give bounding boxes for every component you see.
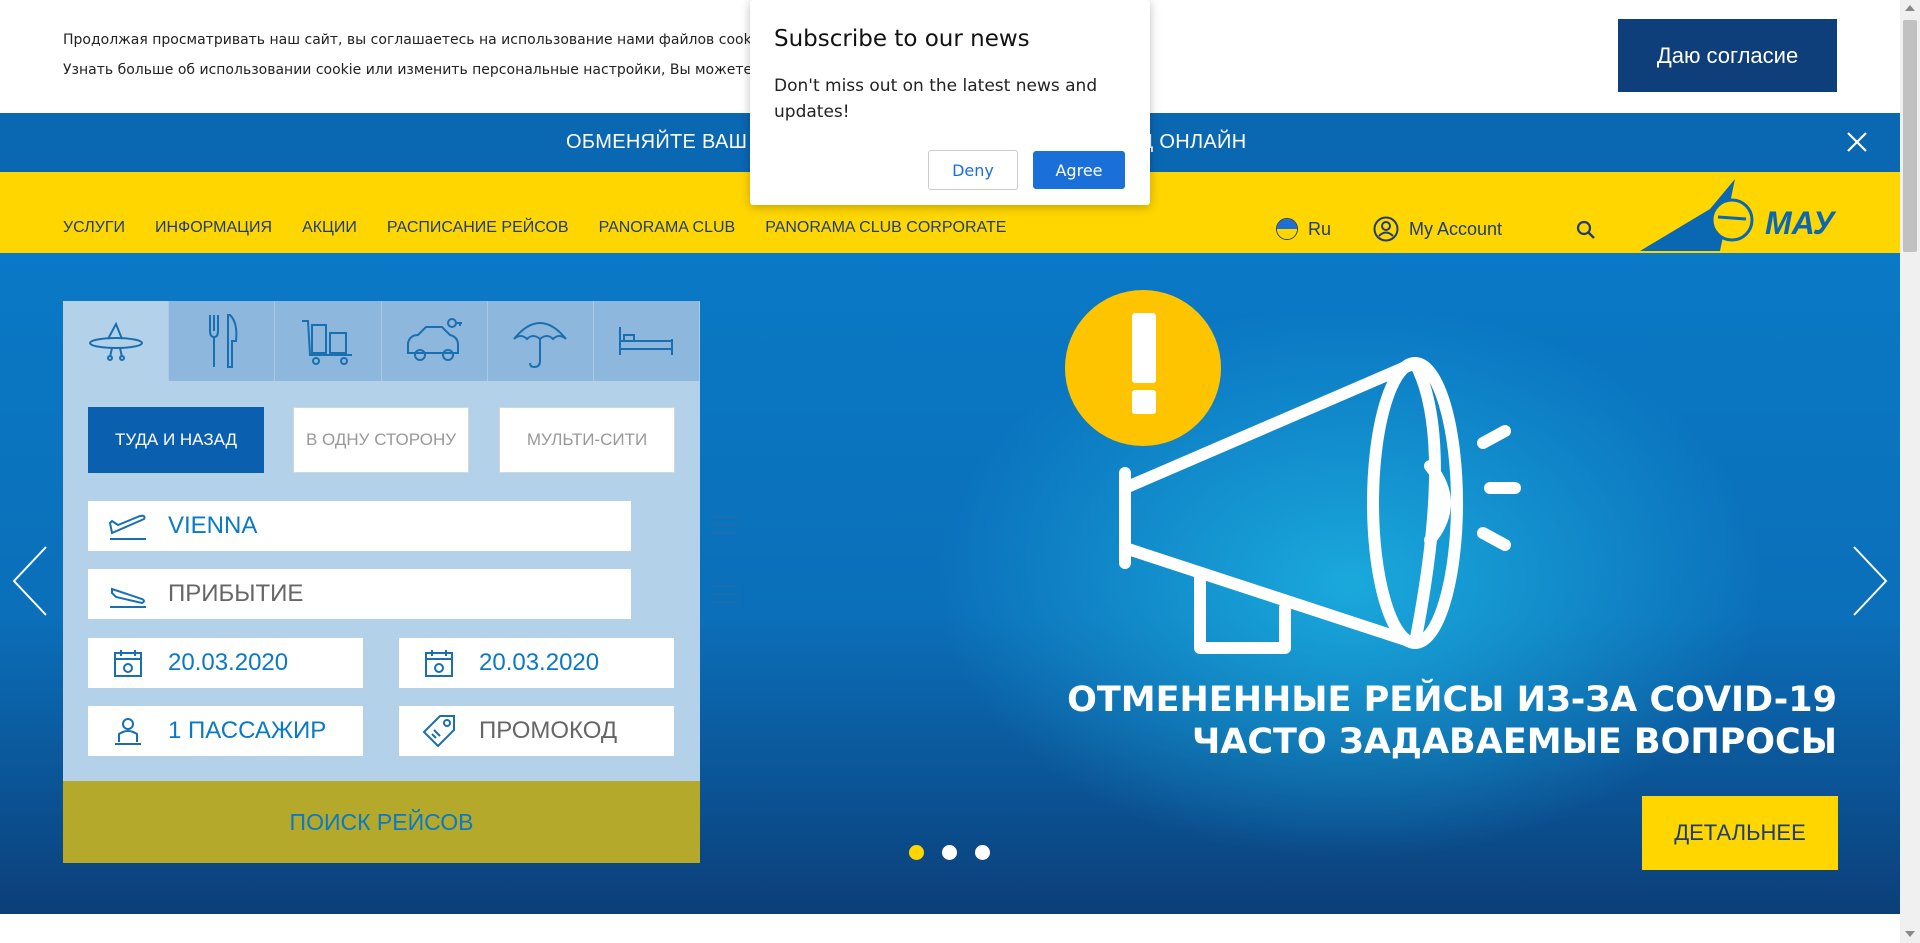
bed-icon — [619, 327, 674, 355]
tab-baggage[interactable] — [275, 301, 382, 381]
calendar-icon — [425, 650, 453, 677]
nav-item-information[interactable]: ИНФОРМАЦИЯ — [155, 219, 272, 237]
tab-hotels[interactable] — [593, 301, 701, 381]
nav-menu: УСЛУГИ ИНФОРМАЦИЯ АКЦИИ РАСПИСАНИЕ РЕЙСО… — [63, 219, 1036, 237]
scroll-down-icon[interactable] — [1905, 930, 1915, 938]
plane-icon — [88, 321, 143, 361]
date-back-field[interactable]: 20.03.2020 — [399, 638, 674, 688]
cutlery-icon — [208, 314, 238, 368]
nav-item-panorama-club[interactable]: PANORAMA CLUB — [599, 219, 736, 237]
passenger-icon — [115, 718, 141, 745]
passengers-value: 1 ПАССАЖИР — [168, 717, 327, 744]
popup-title: Subscribe to our news — [774, 26, 1030, 52]
departure-value: VIENNA — [168, 512, 258, 539]
booking-tabs — [63, 301, 701, 381]
search-icon[interactable] — [1576, 220, 1596, 240]
trip-oneway-button[interactable]: В ОДНУ СТОРОНУ — [293, 407, 469, 473]
svg-text:МАУ: МАУ — [1765, 205, 1837, 241]
scroll-up-icon[interactable] — [1905, 4, 1915, 12]
carousel-next-arrow-icon[interactable] — [1852, 545, 1888, 617]
ukraine-flag-icon — [1276, 218, 1298, 240]
date-out-field[interactable]: 20.03.2020 — [88, 638, 363, 688]
tag-icon — [422, 715, 455, 748]
carousel-dot-2[interactable] — [942, 845, 957, 860]
cookie-accept-button[interactable]: Даю согласие — [1618, 19, 1837, 92]
user-icon — [1373, 216, 1399, 242]
carousel-prev-arrow-icon[interactable] — [12, 545, 48, 617]
nav-item-panorama-corporate[interactable]: PANORAMA CLUB CORPORATE — [765, 219, 1006, 237]
promo-code-field[interactable]: ПРОМОКОД — [399, 706, 674, 756]
details-button[interactable]: ДЕТАЛЬНЕЕ — [1642, 796, 1838, 870]
calendar-icon — [114, 650, 142, 677]
language-selector[interactable]: Ru — [1276, 218, 1331, 240]
booking-panel: ТУДА И НАЗАД В ОДНУ СТОРОНУ МУЛЬТИ-СИТИ … — [63, 301, 738, 863]
page-bottom — [0, 914, 1900, 943]
account-label: My Account — [1409, 218, 1503, 239]
date-out-value: 20.03.2020 — [168, 649, 289, 676]
agree-button[interactable]: Agree — [1033, 151, 1125, 189]
promo-code-placeholder: ПРОМОКОД — [479, 717, 618, 744]
cookie-text-line2: Узнать больше об использовании cookie ил… — [63, 62, 753, 78]
tab-insurance[interactable] — [487, 301, 594, 381]
search-flights-button[interactable]: ПОИСК РЕЙСОВ — [63, 781, 700, 863]
nav-item-schedule[interactable]: РАСПИСАНИЕ РЕЙСОВ — [387, 219, 569, 237]
departure-list-icon[interactable] — [712, 515, 738, 535]
popup-body: Don't miss out on the latest news and up… — [774, 76, 1098, 122]
tab-flights[interactable] — [63, 301, 170, 381]
arrival-list-icon[interactable] — [712, 584, 738, 604]
nav-item-promotions[interactable]: АКЦИИ — [302, 219, 357, 237]
trip-multicity-button[interactable]: МУЛЬТИ-СИТИ — [499, 407, 675, 473]
subscribe-popup: Subscribe to our news Don't miss out on … — [750, 0, 1150, 205]
carousel-dots — [909, 845, 990, 860]
arrival-field[interactable]: ПРИБЫТИЕ — [88, 569, 631, 619]
scrollbar-thumb[interactable] — [1903, 20, 1917, 252]
car-icon — [407, 318, 463, 361]
trip-round-button[interactable]: ТУДА И НАЗАД — [88, 407, 264, 473]
tab-meals[interactable] — [169, 301, 276, 381]
landing-icon — [110, 587, 146, 608]
carousel-dot-3[interactable] — [975, 845, 990, 860]
nav-item-services[interactable]: УСЛУГИ — [63, 219, 125, 237]
takeoff-icon — [108, 514, 146, 540]
hero-title-line1: ОТМЕНЕННЫЕ РЕЙСЫ ИЗ-ЗА COVID-19 — [1067, 680, 1837, 720]
passengers-field[interactable]: 1 ПАССАЖИР — [88, 706, 363, 756]
tab-car-rental[interactable] — [381, 301, 488, 381]
carousel-dot-1[interactable] — [909, 845, 924, 860]
umbrella-icon — [513, 322, 568, 369]
close-icon[interactable] — [1846, 131, 1868, 153]
mau-logo[interactable]: МАУ — [1640, 179, 1840, 253]
my-account-link[interactable]: My Account — [1373, 216, 1502, 242]
cookie-text-line1: Продолжая просматривать наш сайт, вы сог… — [63, 32, 765, 48]
hero-title-line2: ЧАСТО ЗАДАВАЕМЫЕ ВОПРОСЫ — [1191, 722, 1837, 762]
luggage-icon — [301, 320, 352, 365]
language-label: Ru — [1308, 218, 1332, 239]
megaphone-illustration — [1065, 290, 1521, 654]
deny-button[interactable]: Deny — [928, 150, 1018, 190]
date-back-value: 20.03.2020 — [479, 649, 600, 676]
departure-field[interactable]: VIENNA — [88, 501, 631, 551]
arrival-placeholder: ПРИБЫТИЕ — [168, 580, 304, 607]
page-scrollbar[interactable] — [1900, 0, 1920, 943]
